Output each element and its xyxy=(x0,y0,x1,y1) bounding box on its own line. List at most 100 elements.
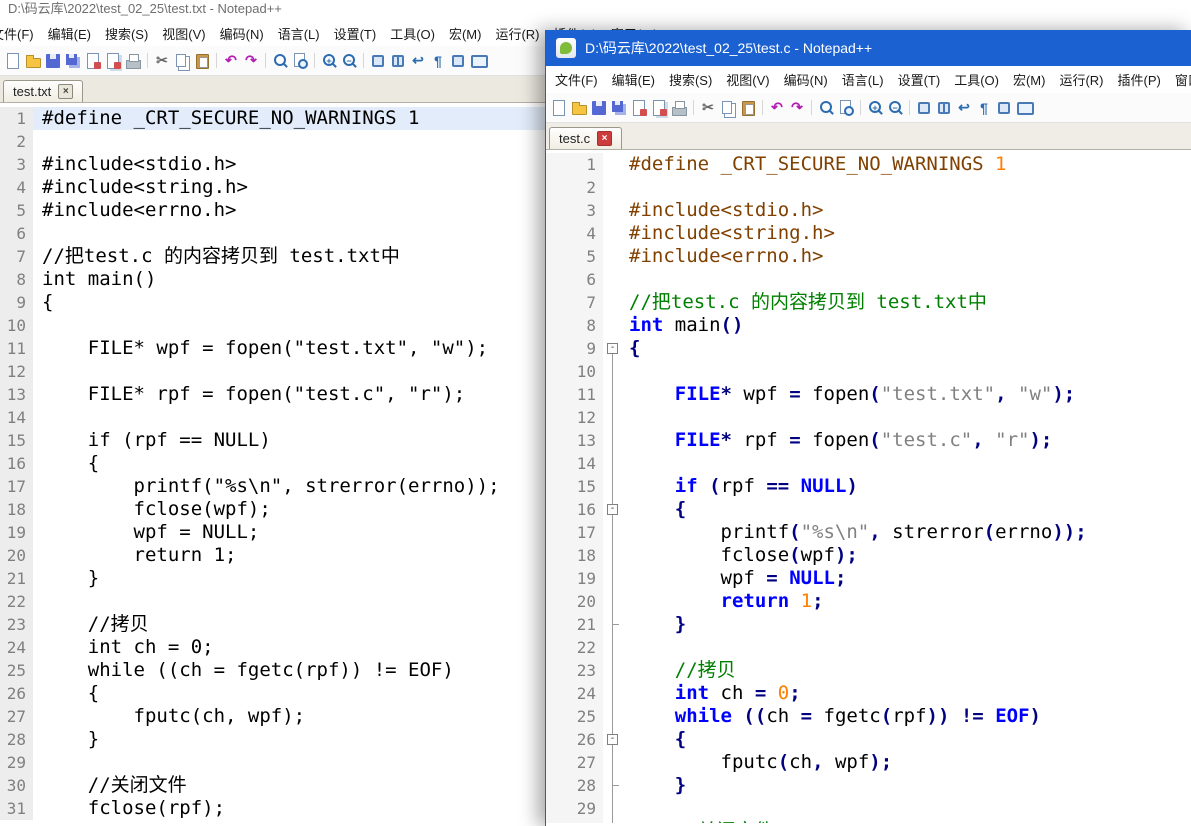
indent-guide-icon[interactable] xyxy=(449,52,467,70)
zoom-out-icon[interactable]: − xyxy=(886,99,904,117)
cut-icon[interactable]: ✂ xyxy=(153,52,171,70)
code-text xyxy=(623,406,1191,429)
line-number: 27 xyxy=(0,705,33,728)
code-text: printf("%s\n", strerror(errno)); xyxy=(623,521,1191,544)
menu-item[interactable]: 编码(N) xyxy=(777,70,835,89)
indent-guide-icon[interactable] xyxy=(995,99,1013,117)
tab-close-icon[interactable]: × xyxy=(597,131,612,146)
code-text: //关闭文件 xyxy=(623,820,1191,823)
line-number: 19 xyxy=(0,521,33,544)
undo-icon[interactable]: ↶ xyxy=(222,52,240,70)
close-icon[interactable] xyxy=(84,52,102,70)
line-number: 22 xyxy=(546,636,603,659)
titlebar[interactable]: D:\码云库\2022\test_02_25\test.txt - Notepa… xyxy=(0,0,1191,20)
menu-item[interactable]: 编码(N) xyxy=(213,24,271,43)
zoom-out-icon[interactable]: − xyxy=(340,52,358,70)
menu-item[interactable]: 文件(F) xyxy=(548,70,605,89)
new-file-icon[interactable] xyxy=(4,52,22,70)
fold-margin xyxy=(603,199,623,222)
menu-item[interactable]: 搜索(S) xyxy=(98,24,155,43)
code-line: 6 xyxy=(546,268,1191,291)
menu-item[interactable]: 语言(L) xyxy=(271,24,327,43)
code-line: 19 wpf = NULL; xyxy=(546,567,1191,590)
zoom-in-icon[interactable]: + xyxy=(320,52,338,70)
open-file-icon[interactable] xyxy=(570,99,588,117)
line-number: 30 xyxy=(546,820,603,823)
print-icon[interactable] xyxy=(124,52,142,70)
menu-item[interactable]: 视图(V) xyxy=(719,70,776,89)
code-text: { xyxy=(623,728,1191,751)
menu-item[interactable]: 视图(V) xyxy=(155,24,212,43)
undo-icon[interactable]: ↶ xyxy=(768,99,786,117)
menu-item[interactable]: 宏(M) xyxy=(1006,70,1053,89)
text-editor-test-c[interactable]: 1#define _CRT_SECURE_NO_WARNINGS 123#inc… xyxy=(546,150,1191,823)
menu-item[interactable]: 插件(P) xyxy=(1111,70,1168,89)
menu-item[interactable]: 运行(R) xyxy=(1052,70,1110,89)
save-all-icon[interactable] xyxy=(610,99,628,117)
save-icon[interactable] xyxy=(590,99,608,117)
code-text xyxy=(623,268,1191,291)
menu-item[interactable]: 语言(L) xyxy=(835,70,891,89)
line-number: 9 xyxy=(0,291,33,314)
cut-icon[interactable]: ✂ xyxy=(699,99,717,117)
new-file-icon[interactable] xyxy=(550,99,568,117)
sync-vertical-icon[interactable] xyxy=(915,99,933,117)
close-icon[interactable] xyxy=(630,99,648,117)
fold-collapse-icon[interactable]: - xyxy=(607,734,618,745)
sync-horizontal-icon[interactable] xyxy=(935,99,953,117)
menu-item[interactable]: 文件(F) xyxy=(0,24,41,43)
word-wrap-icon[interactable]: ↩ xyxy=(955,99,973,117)
paste-icon[interactable] xyxy=(193,52,211,70)
doc-map-icon[interactable] xyxy=(1015,99,1033,117)
code-text xyxy=(623,797,1191,820)
show-all-characters-icon[interactable]: ¶ xyxy=(429,52,447,70)
tab-close-icon[interactable]: × xyxy=(58,84,73,99)
find-icon[interactable] xyxy=(271,52,289,70)
doc-map-icon[interactable] xyxy=(469,52,487,70)
copy-icon[interactable] xyxy=(719,99,737,117)
tab-test-c[interactable]: test.c × xyxy=(549,127,622,149)
menu-item[interactable]: 运行(R) xyxy=(488,24,546,43)
code-text: wpf = NULL; xyxy=(623,567,1191,590)
menu-item[interactable]: 设置(T) xyxy=(327,24,384,43)
sync-horizontal-icon[interactable] xyxy=(389,52,407,70)
code-text: return 1; xyxy=(623,590,1191,613)
replace-icon[interactable] xyxy=(291,52,309,70)
menu-item[interactable]: 编辑(E) xyxy=(41,24,98,43)
fold-collapse-icon[interactable]: - xyxy=(607,343,618,354)
redo-icon[interactable]: ↷ xyxy=(788,99,806,117)
code-text: int ch = 0; xyxy=(623,682,1191,705)
menu-item[interactable]: 设置(T) xyxy=(891,70,948,89)
code-line: 14 xyxy=(546,452,1191,475)
tab-test-txt[interactable]: test.txt × xyxy=(3,80,83,102)
titlebar[interactable]: D:\码云库\2022\test_02_25\test.c - Notepad+… xyxy=(546,30,1191,66)
paste-icon[interactable] xyxy=(739,99,757,117)
menu-item[interactable]: 工具(O) xyxy=(383,24,442,43)
menu-item[interactable]: 宏(M) xyxy=(442,24,489,43)
sync-vertical-icon[interactable] xyxy=(369,52,387,70)
close-all-icon[interactable] xyxy=(650,99,668,117)
copy-icon[interactable] xyxy=(173,52,191,70)
print-icon[interactable] xyxy=(670,99,688,117)
menu-item[interactable]: 搜索(S) xyxy=(662,70,719,89)
replace-icon[interactable] xyxy=(837,99,855,117)
code-line: 24 int ch = 0; xyxy=(546,682,1191,705)
word-wrap-icon[interactable]: ↩ xyxy=(409,52,427,70)
menu-item[interactable]: 窗口(W) xyxy=(1168,70,1191,89)
menu-item[interactable]: 编辑(E) xyxy=(605,70,662,89)
window-title: D:\码云库\2022\test_02_25\test.txt - Notepa… xyxy=(8,0,1191,17)
fold-margin xyxy=(603,544,623,567)
close-all-icon[interactable] xyxy=(104,52,122,70)
code-text: FILE* wpf = fopen("test.txt", "w"); xyxy=(623,383,1191,406)
save-icon[interactable] xyxy=(44,52,62,70)
show-all-characters-icon[interactable]: ¶ xyxy=(975,99,993,117)
zoom-in-icon[interactable]: + xyxy=(866,99,884,117)
redo-icon[interactable]: ↷ xyxy=(242,52,260,70)
fold-collapse-icon[interactable]: - xyxy=(607,504,618,515)
open-file-icon[interactable] xyxy=(24,52,42,70)
find-icon[interactable] xyxy=(817,99,835,117)
save-all-icon[interactable] xyxy=(64,52,82,70)
fold-margin xyxy=(603,291,623,314)
fold-margin xyxy=(603,521,623,544)
menu-item[interactable]: 工具(O) xyxy=(947,70,1006,89)
